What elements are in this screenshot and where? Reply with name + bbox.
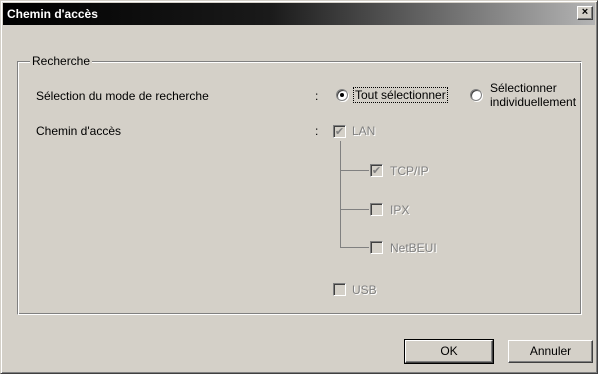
radio-select-all[interactable] (336, 89, 348, 101)
search-mode-colon: : (315, 89, 319, 103)
search-mode-label: Sélection du mode de recherche (36, 89, 209, 103)
ipx-label: IPX (390, 203, 410, 217)
radio-select-all-label[interactable]: Tout sélectionner (353, 87, 448, 103)
usb-label: USB (352, 283, 377, 297)
usb-checkbox[interactable] (333, 283, 346, 296)
tree-vertical-line (340, 141, 341, 248)
radio-selected-dot (340, 93, 344, 97)
radio-select-individually-label-line1[interactable]: Sélectionner (490, 81, 557, 95)
ipx-checkbox[interactable] (370, 203, 383, 216)
radio-select-individually-label-line2[interactable]: individuellement (490, 95, 576, 109)
tree-branch-netbeui (340, 247, 369, 248)
netbeui-label: NetBEUI (390, 241, 437, 255)
window-title: Chemin d'accès (7, 7, 98, 21)
tcpip-checkbox[interactable]: ✔ (370, 164, 383, 177)
ok-button[interactable]: OK (404, 339, 494, 364)
group-legend: Recherche (30, 54, 93, 68)
access-path-colon: : (315, 124, 319, 138)
lan-checkbox[interactable]: ✔ (333, 125, 346, 138)
check-icon: ✔ (371, 164, 382, 177)
close-button[interactable]: × (577, 6, 593, 20)
access-path-label: Chemin d'accès (36, 124, 121, 138)
cancel-button[interactable]: Annuler (508, 340, 593, 363)
tcpip-label: TCP/IP (390, 164, 429, 178)
lan-label: LAN (352, 124, 376, 138)
tree-branch-tcpip (340, 170, 369, 171)
check-icon: ✔ (334, 125, 345, 138)
close-icon: × (581, 6, 589, 18)
netbeui-checkbox[interactable] (370, 241, 383, 254)
title-bar[interactable]: Chemin d'accès × (3, 3, 595, 25)
tree-branch-ipx (340, 209, 369, 210)
radio-select-individually[interactable] (470, 89, 482, 101)
